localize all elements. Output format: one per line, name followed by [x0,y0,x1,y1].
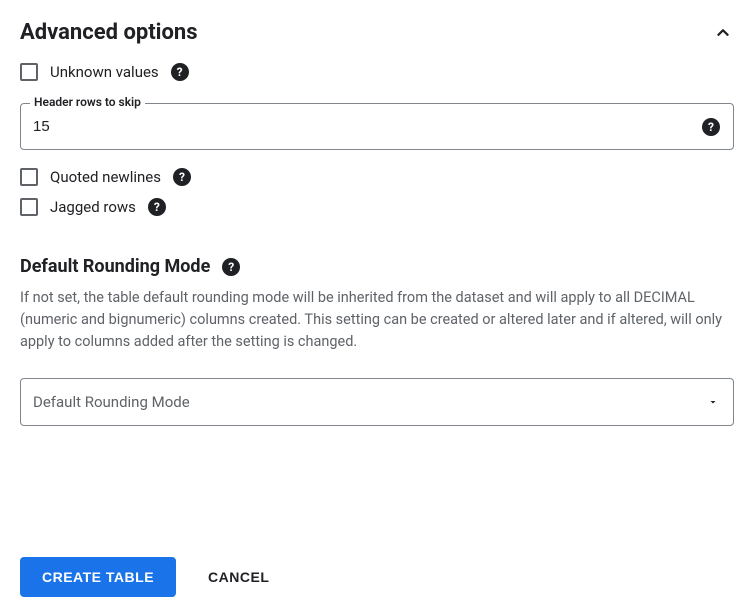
jagged-rows-label: Jagged rows [50,198,136,216]
help-icon[interactable]: ? [173,168,191,186]
unknown-values-label: Unknown values [50,63,159,81]
unknown-values-row: Unknown values ? [20,63,734,81]
cancel-button[interactable]: CANCEL [204,557,273,597]
header-rows-to-skip-field: Header rows to skip ? [20,103,734,150]
rounding-mode-header: Default Rounding Mode ? [20,256,734,277]
caret-down-icon [707,396,719,408]
jagged-rows-row: Jagged rows ? [20,198,734,216]
rounding-mode-description: If not set, the table default rounding m… [20,287,734,352]
footer-actions: CREATE TABLE CANCEL [0,541,754,613]
help-icon[interactable]: ? [171,63,189,81]
unknown-values-checkbox[interactable] [20,63,38,81]
help-icon[interactable]: ? [702,118,720,136]
quoted-newlines-checkbox[interactable] [20,168,38,186]
header-rows-label: Header rows to skip [30,95,145,109]
quoted-newlines-row: Quoted newlines ? [20,168,734,186]
help-icon[interactable]: ? [148,198,166,216]
advanced-options-header[interactable]: Advanced options [20,20,734,45]
chevron-up-icon [712,22,734,44]
rounding-mode-title: Default Rounding Mode [20,256,210,277]
create-table-button[interactable]: CREATE TABLE [20,557,176,597]
rounding-mode-select-value: Default Rounding Mode [33,393,190,411]
quoted-newlines-label: Quoted newlines [50,168,161,186]
help-icon[interactable]: ? [222,258,240,276]
section-title: Advanced options [20,20,198,45]
jagged-rows-checkbox[interactable] [20,198,38,216]
rounding-mode-select[interactable]: Default Rounding Mode [20,378,734,426]
header-rows-input[interactable] [20,103,734,150]
